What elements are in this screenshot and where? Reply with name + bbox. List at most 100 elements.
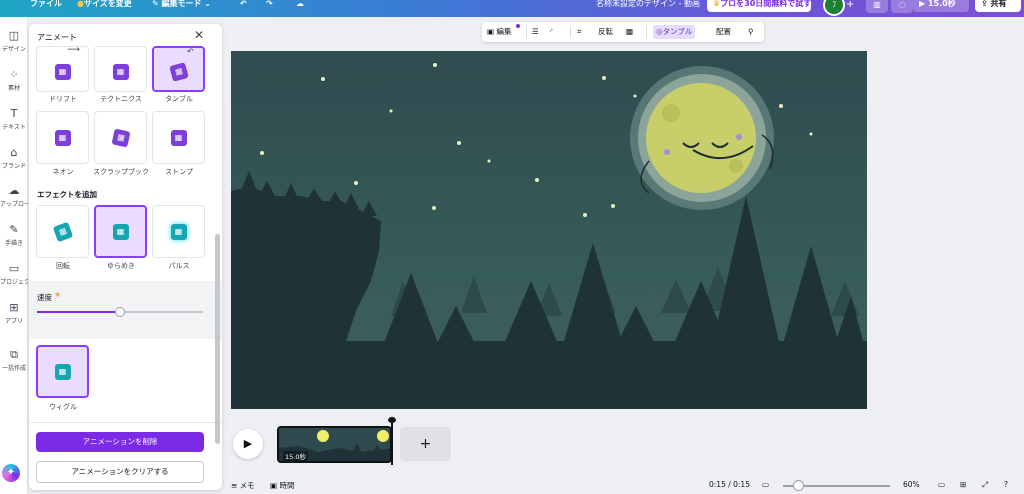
tile-label-neon: ネオン [52,168,74,176]
speed-slider[interactable] [37,307,203,317]
grid-view-icon[interactable]: ⊞ [960,480,966,489]
rail-item-projects[interactable]: ▭ プロジェクト [0,262,28,287]
animation-tile-tectonics[interactable]: ▦ [94,46,147,92]
panel-divider [29,422,222,423]
effects-heading: エフェクトを追加 [37,190,97,199]
add-page-button[interactable]: + [400,427,451,461]
left-rail: ◫ デザイン ⁘ 素材 T テキスト ⌂ ブランド ☁ アップロード ✎ 手描き… [0,17,28,494]
edit-image-button[interactable]: ▣ 編集 [487,25,511,39]
paint-format-icon[interactable]: ⚲ [748,25,754,39]
effect-tile-wiggle[interactable]: ▦ [36,345,89,398]
arrow-right-icon: ⟶ [67,45,80,55]
close-icon[interactable]: ✕ [192,28,206,42]
clip-duration: 15.0秒 [283,451,308,461]
playhead[interactable] [388,417,396,465]
tile-label-scrapbook: スクラップブック [93,168,149,176]
document-title[interactable]: 名称未設定のデザイン - 動画 [596,0,700,10]
border-style-icon[interactable]: ☰ [532,25,539,39]
tile-label-stomp: ストンプ [165,168,193,176]
speed-slider-thumb[interactable] [115,307,125,317]
rail-item-apps[interactable]: ⊞ アプリ [0,302,28,326]
notes-icon: ≡ [231,481,240,490]
elements-icon: ⁘ [9,68,19,81]
analytics-icon[interactable]: ▥ [866,0,888,13]
edit-mode-dropdown[interactable]: ✎ 編集モード ⌄ [152,0,211,10]
crop-icon[interactable]: ⌗ [577,25,581,39]
crown-icon: ● [77,0,84,8]
pro-trial-button[interactable]: ♛プロを30日間無料で試す [707,0,811,12]
fullscreen-icon[interactable]: ⤢ [982,480,988,490]
corner-radius-icon[interactable]: ◜ [550,25,553,39]
animation-tile-neon[interactable]: ▦ [36,111,89,164]
rotate-effect-icon: ▦ [52,221,73,242]
help-icon[interactable]: ? [1004,480,1008,489]
scrapbook-icon: ▦ [111,128,130,147]
animation-tile-scrapbook[interactable]: ▦ [94,111,147,164]
effect-label-shimmer: ゆらめき [107,262,135,270]
undo-icon[interactable]: ↶ [240,0,247,10]
rail-item-design[interactable]: ◫ デザイン [0,30,28,54]
redo-icon[interactable]: ↷ [266,0,273,10]
zoom-level[interactable]: 60% [903,480,920,489]
play-icon: ▶ [243,437,253,450]
drift-icon: ▦ [54,64,71,80]
effect-tile-shimmer[interactable]: ▦ [94,205,147,258]
animation-tile-drift[interactable]: ▦ ⟶ [36,45,89,92]
transparency-icon[interactable]: ▩ [626,25,633,39]
animate-button[interactable]: ◎タンブル [653,25,696,39]
notes-button[interactable]: ≡ メモ [231,480,255,491]
share-icon: ⇪ [981,0,991,8]
design-canvas[interactable] [231,51,867,409]
forest [381,196,867,356]
cloud-save-icon[interactable]: ☁ [296,0,304,10]
flip-button[interactable]: 反転 [598,25,613,39]
panel-scrollbar[interactable] [215,234,220,444]
timeline-clip[interactable]: 15.0秒 [277,426,392,463]
wiggle-effect-icon: ▦ [54,363,71,380]
zoom-slider-thumb[interactable] [793,480,804,491]
present-button[interactable]: ▶ 15.0秒 [913,0,969,12]
magic-sparkle-icon[interactable]: ✦ [2,464,20,482]
comment-icon[interactable]: ◌ [891,0,913,13]
clear-animation-button[interactable]: アニメーションをクリアする [36,461,204,483]
animation-tile-stomp[interactable]: ▦ [152,111,205,164]
tile-label-tectonics: テクトニクス [100,95,142,103]
animation-tile-tumble[interactable]: ▦ ↶ [152,46,205,92]
thumbnail-view-icon[interactable]: ▭ [762,480,769,489]
page-view-icon[interactable]: ▭ [938,480,945,489]
effect-tile-pulse[interactable]: ▦ [152,205,205,258]
rail-item-text[interactable]: T テキスト [0,107,28,132]
shimmer-effect-icon: ▦ [112,223,129,240]
plus-icon[interactable]: + [846,0,854,10]
effect-tile-rotate[interactable]: ▦ [36,205,89,258]
text-icon: T [10,107,18,120]
chevron-down-icon: ⌄ [204,0,211,8]
pulse-effect-icon: ▦ [170,223,187,240]
rail-item-draw[interactable]: ✎ 手描き [0,224,28,248]
tile-label-drift: ドリフト [49,95,77,103]
resize-button[interactable]: ●サイズを変更 [77,0,132,10]
tile-label-tumble: タンブル [165,95,193,103]
position-button[interactable]: 配置 [716,25,731,39]
file-menu[interactable]: ファイル [30,0,62,10]
top-bar: ファイル ●サイズを変更 ✎ 編集モード ⌄ ↶ ↷ ☁ 名称未設定のデザイン … [0,0,1024,17]
bulk-create-icon: ⧉ [10,348,18,361]
time-readout: 0:15 / 0:15 [709,480,750,489]
brand-icon: ⌂ [10,146,18,159]
rail-item-uploads[interactable]: ☁ アップロード [0,185,28,209]
rail-item-bulk-create[interactable]: ⧉ 一括作成 [0,348,28,373]
crown-icon: ★ [54,290,62,299]
neon-icon: ▦ [54,129,71,146]
rail-item-elements[interactable]: ⁘ 素材 [0,68,28,93]
remove-animation-button[interactable]: アニメーションを削除 [36,432,204,452]
timing-button[interactable]: ▣ 時間 [270,480,294,491]
share-button[interactable]: ⇪ 共有 [975,0,1021,12]
play-button[interactable]: ▶ [233,429,263,459]
speed-label: 速度 [37,293,52,302]
folder-icon: ▭ [8,262,20,275]
panel-title: アニメート [37,33,77,42]
tectonics-icon: ▦ [112,64,129,80]
avatar[interactable]: ﾌ [823,0,845,16]
rail-item-brand[interactable]: ⌂ ブランド [0,146,28,171]
effect-label-pulse: パルス [168,262,190,270]
